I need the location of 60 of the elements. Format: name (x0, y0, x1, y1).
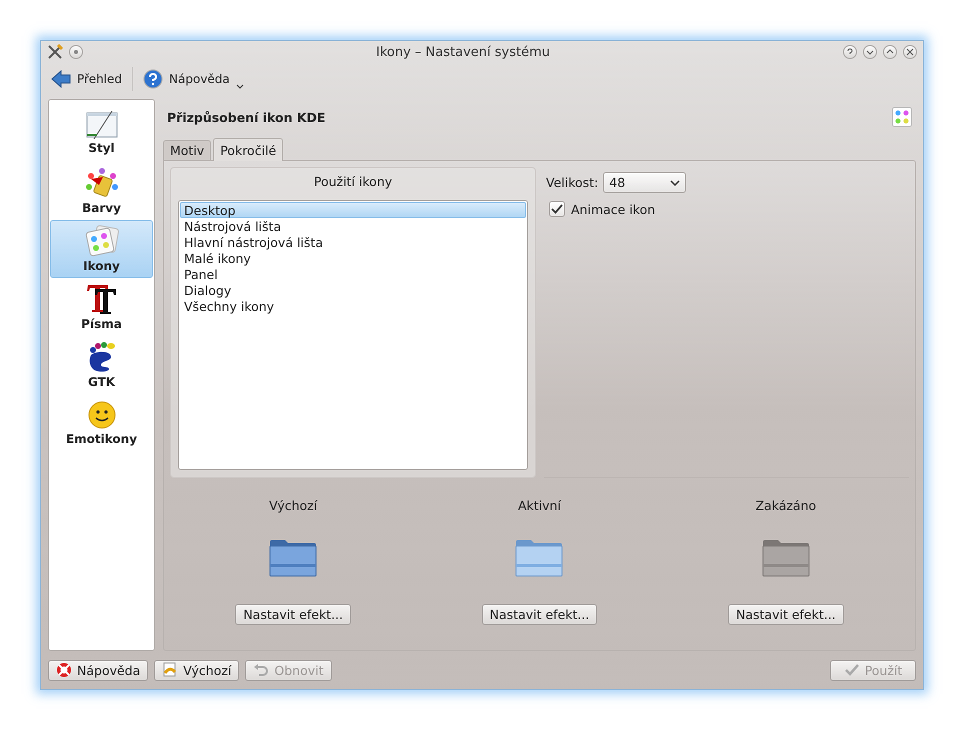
state-label: Zakázáno (755, 498, 816, 515)
dot-icon (74, 50, 78, 54)
serif-glyph-icon (86, 283, 118, 315)
size-label: Velikost: (546, 175, 598, 190)
state-label: Výchozí (269, 498, 318, 515)
caret-icon (236, 84, 244, 88)
group-title: Použití ikony (312, 174, 394, 191)
checkbox-label: Animace ikon (571, 202, 656, 216)
state-label: Aktivní (518, 498, 561, 515)
close-icon (906, 48, 914, 56)
help-icon (143, 69, 164, 89)
lifebuoy-icon (56, 662, 72, 678)
toolbar-button[interactable]: Nápověda (139, 67, 248, 91)
size-dropdown[interactable]: 48 (603, 172, 686, 193)
palette-icon (84, 225, 118, 257)
checkbox[interactable] (549, 201, 565, 217)
smiley-icon (86, 400, 116, 430)
tab[interactable]: Pokročilé (213, 138, 284, 161)
pin-button[interactable] (69, 45, 83, 59)
footer-button[interactable]: Nápověda (48, 660, 148, 680)
palette-icon (892, 107, 912, 127)
back-arrow-icon (51, 70, 71, 88)
maximize-button[interactable] (883, 45, 897, 59)
list-item[interactable]: Hlavní nástrojová lišta (180, 234, 526, 250)
chevron-up-icon (886, 48, 894, 56)
folder-icon (515, 538, 564, 578)
set-effect-button[interactable]: Nastavit efekt... (482, 604, 598, 625)
undo-document-icon (162, 662, 178, 678)
close-button[interactable] (903, 45, 917, 59)
sidebar-item[interactable]: Emotikony (50, 394, 153, 452)
chevron-down-icon (670, 180, 680, 186)
sidebar-item[interactable]: Ikony (50, 220, 153, 278)
help-button[interactable] (843, 45, 857, 59)
undo-arrow-icon (253, 663, 270, 677)
window-style-icon (86, 111, 118, 139)
list-item[interactable]: Nástrojová lišta (180, 218, 526, 234)
toolbar-button[interactable]: Přehled (47, 68, 126, 90)
sidebar-item[interactable]: Barvy (50, 162, 153, 220)
tools-icon (47, 44, 63, 60)
minimize-button[interactable] (863, 45, 877, 59)
set-effect-button[interactable]: Nastavit efekt... (728, 604, 844, 625)
paint-bucket-icon (84, 167, 118, 199)
checkmark-icon (844, 663, 860, 677)
list-item[interactable]: Desktop (180, 202, 526, 218)
window-title: Ikony – Nastavení systému (375, 44, 551, 60)
set-effect-button[interactable]: Nastavit efekt... (235, 604, 351, 625)
sidebar-item[interactable]: Písma (50, 278, 153, 336)
list-item[interactable]: Malé ikony (180, 250, 526, 266)
list-item[interactable]: Dialogy (180, 282, 526, 298)
page-title: Přizpůsobení ikon KDE (167, 110, 326, 124)
sidebar-item[interactable]: GTK (50, 336, 153, 394)
footer-button[interactable]: Výchozí (154, 660, 240, 680)
sidebar-item[interactable]: Styl (50, 104, 153, 162)
chevron-down-icon (866, 48, 874, 56)
list-item[interactable]: Všechny ikony (180, 298, 526, 314)
question-mark-icon (846, 48, 854, 56)
tab[interactable]: Motiv (163, 140, 212, 160)
folder-icon (762, 538, 810, 578)
list-item[interactable]: Panel (180, 266, 526, 282)
folder-icon (269, 538, 318, 578)
